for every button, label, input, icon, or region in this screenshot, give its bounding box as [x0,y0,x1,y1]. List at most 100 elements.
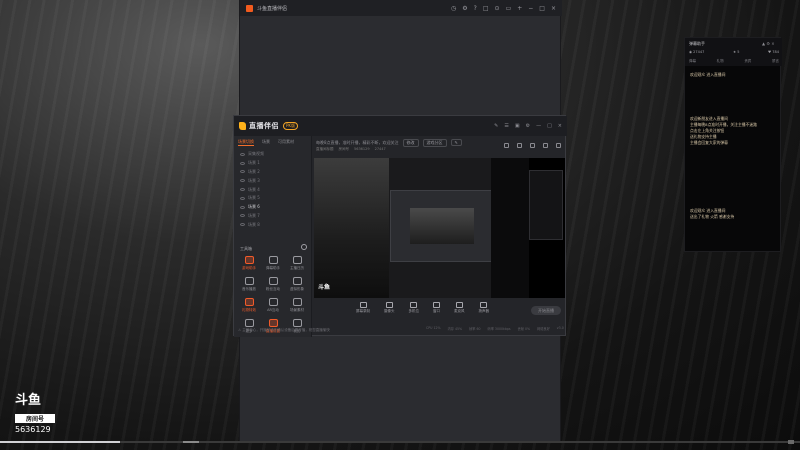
visibility-eye-icon[interactable] [240,170,245,174]
bell-icon[interactable] [543,143,548,148]
edit-title-icon[interactable]: ✎ [450,139,462,146]
visibility-eye-icon[interactable] [240,188,245,192]
source-tool-button[interactable]: 麦克风 [454,302,465,314]
screenshot-icon[interactable] [504,143,509,148]
scene-tab[interactable]: 场景 [262,139,270,146]
window-control-button[interactable]: ⊙ [495,5,500,12]
danmaku-tab[interactable]: 贵宾 [744,59,751,64]
playback-progress-track[interactable] [0,441,800,443]
category-select[interactable]: 游戏分区 [422,138,447,147]
music-icon [244,277,254,285]
room-label: 房间号 [15,414,55,423]
tool-label: 弹幕助手 [266,266,280,270]
toolbox-settings-icon[interactable] [301,244,307,250]
scene-item[interactable]: 场景 2 [240,168,308,177]
danmaku-message: 欢迎观众 进入直播间 [690,72,778,78]
scene-item[interactable]: 场景 3 [240,176,308,185]
source-tool-icon [359,302,367,308]
tool-danmaku[interactable]: 弹幕助手 [261,256,285,271]
status-item: 网络良好 [537,327,550,331]
header-control-button[interactable]: ⚙ [526,123,530,129]
scene-item[interactable]: 场景 8 [240,220,308,229]
window-control-button[interactable]: □ [539,5,545,12]
window-control-button[interactable]: □ [483,5,489,12]
window-control-button[interactable]: − [528,5,533,12]
danmaku-tab[interactable]: 弹幕 [689,59,696,64]
visibility-eye-icon[interactable] [240,196,245,200]
window-control-button[interactable]: ◷ [451,5,456,12]
source-tool-button[interactable]: 多机位 [409,302,419,314]
scene-item[interactable]: 场景 7 [240,212,308,221]
scene-label: 场景 5 [248,195,260,201]
danmaku-message: 欢迎观众 进入直播间 送出了礼物 火箭 感谢支持 [690,208,778,220]
tool-music[interactable]: 音乐播放 [237,277,261,292]
tool-scene[interactable]: 场景素材 [285,298,309,313]
tool-label: 音乐播放 [242,287,256,291]
tool-gift[interactable]: 礼物特效 [237,298,261,313]
scene-item[interactable]: 场景 5 [240,194,308,203]
window-control-button[interactable]: ⚙ [462,5,467,12]
window-control-button[interactable]: ▭ [506,5,512,12]
header-control-button[interactable]: □ [547,123,552,129]
toolbox-label: 工具箱 [240,246,252,251]
window-controls: ◷ ⚙? □ ⊙ ▭ + − □ × [451,5,556,12]
header-control-button[interactable]: × [558,123,562,129]
danmaku-tab[interactable]: 礼物 [717,59,724,64]
header-control-button[interactable]: ✎ [494,123,498,129]
window-control-button[interactable]: × [551,5,556,12]
visibility-eye-icon[interactable] [240,179,245,183]
scene-tab[interactable]: 场景切换 [238,139,254,146]
status-item: 帧率 60 [469,327,481,331]
visibility-eye-icon[interactable] [240,152,245,156]
tool-user[interactable]: 粉丝互动 [261,277,285,292]
source-tool-label: 窗口 [433,309,440,313]
danmaku-controls[interactable]: ▲ ⚙ × [762,41,775,46]
visibility-eye-icon[interactable] [240,205,245,209]
tool-ar[interactable]: AR互动 [261,298,285,313]
window-control-button[interactable]: + [517,5,522,12]
source-tool-button[interactable]: 窗口 [433,302,440,314]
scene-label: 场景 2 [248,168,260,174]
visibility-eye-icon[interactable] [240,223,245,227]
scene-item[interactable]: 场景 6 [240,203,308,212]
tool-label: 游戏助手 [242,266,256,270]
tool-avatar[interactable]: 虚拟形象 [285,277,309,292]
source-tool-icon [433,302,440,308]
source-tool-button[interactable]: 扬声器 [479,302,489,314]
fullscreen-icon[interactable] [530,143,535,148]
source-tool-button[interactable]: 屏幕录制 [356,302,370,314]
stream-window-titlebar[interactable]: 斗鱼直播伴侣 ◷ ⚙? □ ⊙ ▭ + − □ × [240,0,562,16]
left-panel: 场景切换 场景 可用素材 采集视频 场景 1 场景 2 场景 3 场景 4 场景 5 场景 6 场… [234,136,330,337]
window-control-button[interactable]: ? [474,5,477,12]
calendar-icon [292,256,302,264]
edit-button[interactable]: 修改 [402,138,419,147]
live-preview[interactable]: 斗鱼 [314,158,565,298]
layout-icon[interactable] [517,143,522,148]
tool-calendar[interactable]: 主播日历 [285,256,309,271]
danmaku-tab[interactable]: 禁言 [772,59,779,64]
danmaku-title: 弹幕助手 [689,41,705,46]
header-control-button[interactable]: ☰ [504,123,508,129]
version-badge[interactable]: PK版 [283,122,299,130]
tool-label: 场景素材 [290,308,304,312]
room-info-item: 27447 [374,147,386,151]
header-control-button[interactable]: ▣ [515,123,520,129]
source-tool-icon [385,302,393,308]
tool-label: 虚拟形象 [290,287,304,291]
danmaku-tabs: 弹幕 礼物 贵宾 禁言 [689,59,779,64]
status-item: CPU 12% [426,326,441,330]
visibility-eye-icon[interactable] [240,214,245,218]
scene-item[interactable]: 采集视频 [240,150,308,159]
tool-game[interactable]: 游戏助手 [237,256,261,271]
douyu-logo: 斗鱼 [15,393,42,408]
source-tool-button[interactable]: 摄像头 [384,302,395,314]
scene-item[interactable]: 场景 1 [240,159,308,168]
visibility-eye-icon[interactable] [240,161,245,165]
header-control-button[interactable]: — [536,123,541,129]
scene-item[interactable]: 场景 4 [240,185,308,194]
scene-tab[interactable]: 可用素材 [278,139,294,146]
source-tool-label: 屏幕录制 [356,309,370,313]
app-header: 直播伴侣 PK版 ✎ ☰ ▣ ⚙ — □ × [234,116,567,136]
start-live-button[interactable]: 开始直播 [531,306,561,315]
share-icon[interactable] [556,143,561,148]
